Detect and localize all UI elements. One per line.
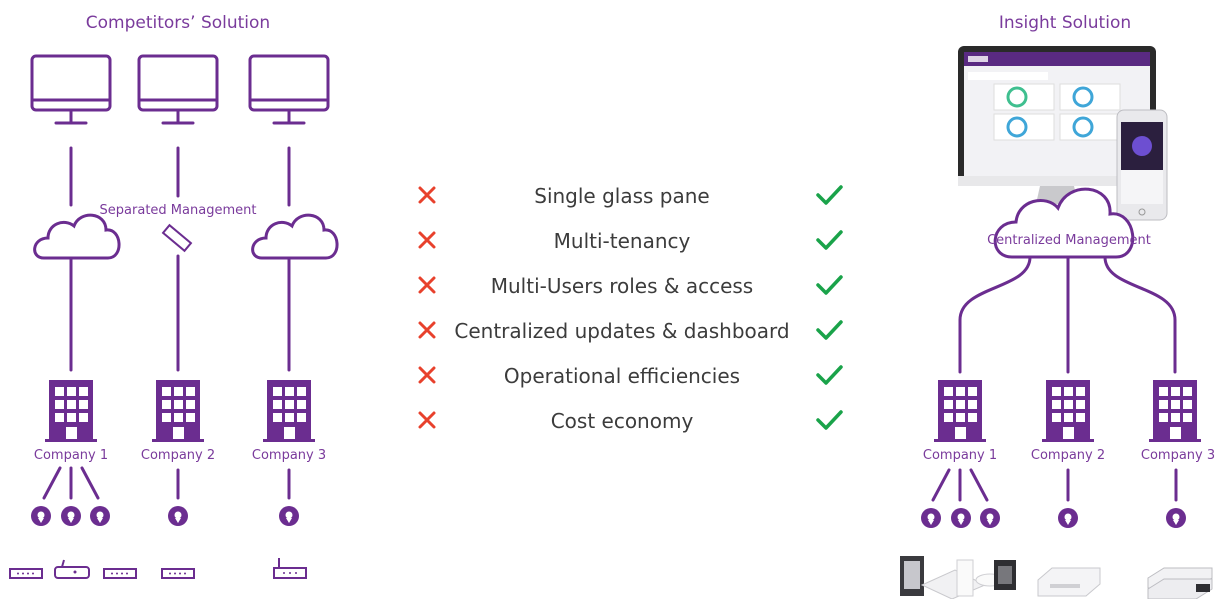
location-pin-icon (61, 506, 81, 526)
feature-row: Single glass pane (418, 184, 843, 208)
cloud-icon (251, 213, 339, 260)
right-column-2: Company 2 (1031, 380, 1105, 597)
location-pin-icon (90, 506, 110, 526)
monitor-icon (137, 54, 219, 125)
location-pin-icon (1058, 508, 1078, 528)
feature-label: Operational efficiencies (504, 364, 740, 388)
location-pin-icon (168, 506, 188, 526)
building-icon (934, 380, 986, 442)
right-company-1-label: Company 1 (923, 448, 997, 463)
right-company-3-label: Company 3 (1141, 448, 1215, 463)
check-icon (816, 230, 843, 250)
switch-stack-image (1147, 567, 1213, 599)
diagram-canvas: Competitors’ Solution Company 1 Separate… (9, 13, 1215, 599)
feature-label: Multi-Users roles & access (491, 274, 753, 298)
feature-row: Multi-Users roles & access (418, 274, 843, 298)
feature-row: Cost economy (418, 409, 843, 433)
cross-icon (418, 321, 436, 339)
centralized-management-label: Centralized Management (987, 233, 1151, 248)
switch-icon (161, 568, 195, 579)
switch-icon (9, 568, 43, 579)
location-pin-icon (1166, 508, 1186, 528)
location-pin-icon (31, 506, 51, 526)
cross-icon (418, 276, 436, 294)
left-company-3-label: Company 3 (252, 448, 326, 463)
feature-row: Operational efficiencies (418, 364, 843, 388)
left-title: Competitors’ Solution (86, 13, 270, 33)
building-icon (263, 380, 315, 442)
right-title: Insight Solution (999, 13, 1131, 33)
feature-list: Single glass pane Multi-tenancy Multi-Us… (418, 184, 843, 433)
left-company-2-label: Company 2 (141, 448, 215, 463)
monitor-icon (248, 54, 330, 125)
check-icon (816, 185, 843, 205)
right-column-3: Company 3 (1141, 380, 1215, 599)
feature-row: Centralized updates & dashboard (418, 319, 843, 343)
right-column-1: Company 1 (900, 380, 1016, 599)
feature-row: Multi-tenancy (418, 229, 843, 253)
cross-icon (418, 366, 436, 384)
left-column-1: Company 1 (9, 54, 137, 579)
hardware-group-image (900, 556, 1016, 599)
router-icon (54, 559, 90, 579)
feature-label: Single glass pane (534, 184, 709, 208)
check-icon (816, 410, 843, 430)
feature-label: Cost economy (551, 409, 694, 433)
check-icon (816, 365, 843, 385)
cross-icon (418, 231, 436, 249)
left-column-2: Separated Management Company 2 (100, 54, 257, 579)
building-icon (152, 380, 204, 442)
building-icon (1042, 380, 1094, 442)
right-company-2-label: Company 2 (1031, 448, 1105, 463)
switch-image (1037, 567, 1101, 597)
feature-label: Centralized updates & dashboard (454, 319, 789, 343)
left-company-1-label: Company 1 (34, 448, 108, 463)
cloud-icon (33, 213, 121, 260)
building-icon (1149, 380, 1201, 442)
access-point-icon (273, 558, 307, 579)
check-icon (816, 275, 843, 295)
cross-icon (418, 186, 436, 204)
switch-icon (103, 568, 137, 579)
location-pin-icon (921, 508, 941, 528)
location-pin-icon (279, 506, 299, 526)
feature-label: Multi-tenancy (554, 229, 691, 253)
left-column-3: Company 3 (248, 54, 339, 579)
phone-app-image (1116, 109, 1168, 221)
appliance-icon (161, 223, 193, 253)
cross-icon (418, 411, 436, 429)
building-icon (45, 380, 97, 442)
monitor-icon (30, 54, 112, 125)
check-icon (816, 320, 843, 340)
location-pin-icon (980, 508, 1000, 528)
location-pin-icon (951, 508, 971, 528)
separated-management-label: Separated Management (100, 203, 257, 218)
